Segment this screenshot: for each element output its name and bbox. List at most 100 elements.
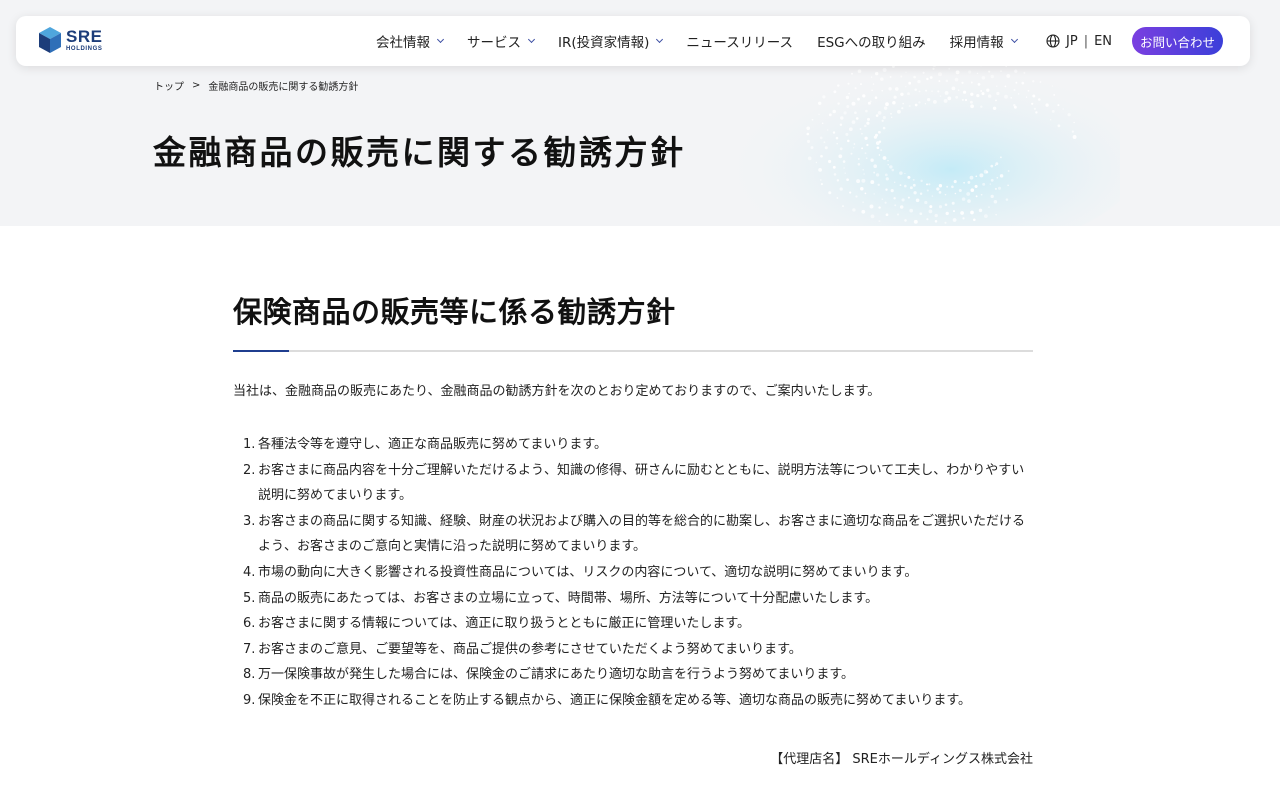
particle-dot xyxy=(912,183,916,187)
main-content: 保険商品の販売等に係る勧誘方針 当社は、金融商品の販売にあたり、金融商品の勧誘方… xyxy=(233,290,1033,770)
particle-dot xyxy=(1051,85,1054,87)
particle-dot xyxy=(1005,198,1009,201)
particle-dot xyxy=(955,70,960,75)
particle-dot xyxy=(929,205,933,209)
particle-dot xyxy=(943,98,948,103)
list-item: 7. お客さまのご意見、ご要望等を、商品ご提供の参考にさせていただくよう努めてまい… xyxy=(233,637,1033,663)
breadcrumb-home-link[interactable]: トップ xyxy=(154,78,184,93)
nav-item-esg[interactable]: ESGへの取り組み xyxy=(817,31,926,51)
particle-dot xyxy=(952,218,957,222)
nav-item-recruit[interactable]: 採用情報 xyxy=(950,31,1018,51)
particle-dot xyxy=(881,119,884,122)
particle-dot xyxy=(947,96,952,101)
particle-dot xyxy=(889,165,893,169)
particle-dot xyxy=(1023,71,1026,74)
particle-dot xyxy=(836,142,838,145)
particle-dot xyxy=(846,178,849,182)
particle-dot xyxy=(885,102,889,107)
list-item-text: お客さまに関する情報については、適正に取り扱うとともに厳正に管理いたします。 xyxy=(258,616,751,632)
particle-dot xyxy=(945,79,949,83)
logo-text: SRE xyxy=(66,27,103,46)
particle-dot xyxy=(951,86,956,91)
particle-dot xyxy=(824,146,828,150)
particle-dot xyxy=(975,195,978,198)
particle-dot xyxy=(918,90,921,93)
particle-dot xyxy=(840,116,844,120)
particle-dot xyxy=(969,100,973,104)
particle-dot xyxy=(873,171,876,174)
contact-button[interactable]: お問い合わせ xyxy=(1132,27,1223,55)
particle-dot xyxy=(1062,108,1064,110)
particle-dot xyxy=(891,116,893,118)
particle-dot xyxy=(938,191,942,194)
particle-dot xyxy=(972,218,976,222)
particle-dot xyxy=(926,97,931,102)
particle-dot xyxy=(862,94,866,98)
particle-dot xyxy=(976,72,979,75)
particle-dot xyxy=(878,140,882,143)
lang-jp-link[interactable]: JP xyxy=(1066,34,1078,49)
particle-dot xyxy=(899,171,903,175)
particle-dot xyxy=(953,180,957,184)
nav-item-company[interactable]: 会社情報 xyxy=(376,31,445,51)
particle-dot xyxy=(806,139,811,143)
particle-dot xyxy=(1015,81,1018,84)
particle-dot xyxy=(963,90,967,94)
particle-dot xyxy=(997,186,1002,190)
particle-dot xyxy=(970,81,973,84)
particle-dot xyxy=(913,75,916,79)
particle-dot xyxy=(848,127,853,132)
breadcrumb-current: 金融商品の販売に関する勧誘方針 xyxy=(208,82,359,93)
particle-dot xyxy=(865,157,868,159)
particle-dot xyxy=(1013,105,1017,109)
lang-en-link[interactable]: EN xyxy=(1094,34,1112,49)
particle-dot xyxy=(839,123,843,127)
language-switcher: JP | EN xyxy=(1046,16,1112,66)
particle-dot xyxy=(866,117,871,121)
particle-dot xyxy=(990,194,994,199)
particle-dot xyxy=(870,214,875,219)
particle-dot xyxy=(917,79,921,84)
particle-dot xyxy=(969,175,974,180)
particle-dot xyxy=(850,152,853,155)
particle-dot xyxy=(951,201,955,205)
list-item-text: 商品の販売にあたっては、お客さまの立場に立って、時間帯、場所、方法等について十分… xyxy=(258,590,879,606)
particle-dot xyxy=(924,103,927,105)
particle-dot xyxy=(995,214,997,216)
particle-dot xyxy=(980,193,983,196)
particle-dot xyxy=(870,76,873,78)
particle-dot xyxy=(990,178,994,182)
particle-dot xyxy=(944,221,947,224)
list-item-text: 保険金を不正に取得されることを防止する観点から、適正に保険金額を定める等、適切な… xyxy=(258,692,972,708)
particle-dot xyxy=(985,171,989,174)
list-item-text: お客さまの商品に関する知識、経験、財産の状況および購入の目的等を総合的に勘案し、… xyxy=(258,513,1026,555)
nav-item-ir[interactable]: IR(投資家情報) xyxy=(558,31,664,51)
particle-dot xyxy=(988,70,991,73)
particle-dot xyxy=(902,102,905,105)
particle-dot xyxy=(938,80,941,83)
particle-dot xyxy=(961,98,964,101)
particle-dot xyxy=(931,195,934,197)
particle-dot xyxy=(983,214,988,219)
sre-holdings-logo[interactable]: SRE HOLDINGS xyxy=(38,26,118,58)
particle-dot xyxy=(961,197,966,201)
nav-item-news[interactable]: ニュースリリース xyxy=(686,31,793,51)
particle-dot xyxy=(1072,135,1077,139)
particle-dot xyxy=(863,173,865,175)
particle-dot xyxy=(875,114,879,117)
list-item-text: 万一保険事故が発生した場合には、保険金のご請求にあたり適切な助言を行うよう努めて… xyxy=(258,667,855,683)
particle-dot xyxy=(853,143,856,145)
particle-dot xyxy=(968,70,972,74)
list-item-text: お客さまに商品内容を十分ご理解いただけるよう、知識の修得、研さんに励むとともに、… xyxy=(258,462,1025,504)
nav-item-services[interactable]: サービス xyxy=(467,31,536,51)
list-number: 7. xyxy=(243,641,256,657)
particle-dot xyxy=(828,113,832,117)
particle-dot xyxy=(1067,113,1071,117)
particle-dot xyxy=(827,129,829,131)
particle-dot xyxy=(934,213,938,218)
particle-dot xyxy=(878,206,881,209)
particle-dot xyxy=(986,88,990,92)
particle-dot xyxy=(907,196,910,199)
particle-dot xyxy=(1007,184,1009,187)
particle-dot xyxy=(955,95,959,99)
